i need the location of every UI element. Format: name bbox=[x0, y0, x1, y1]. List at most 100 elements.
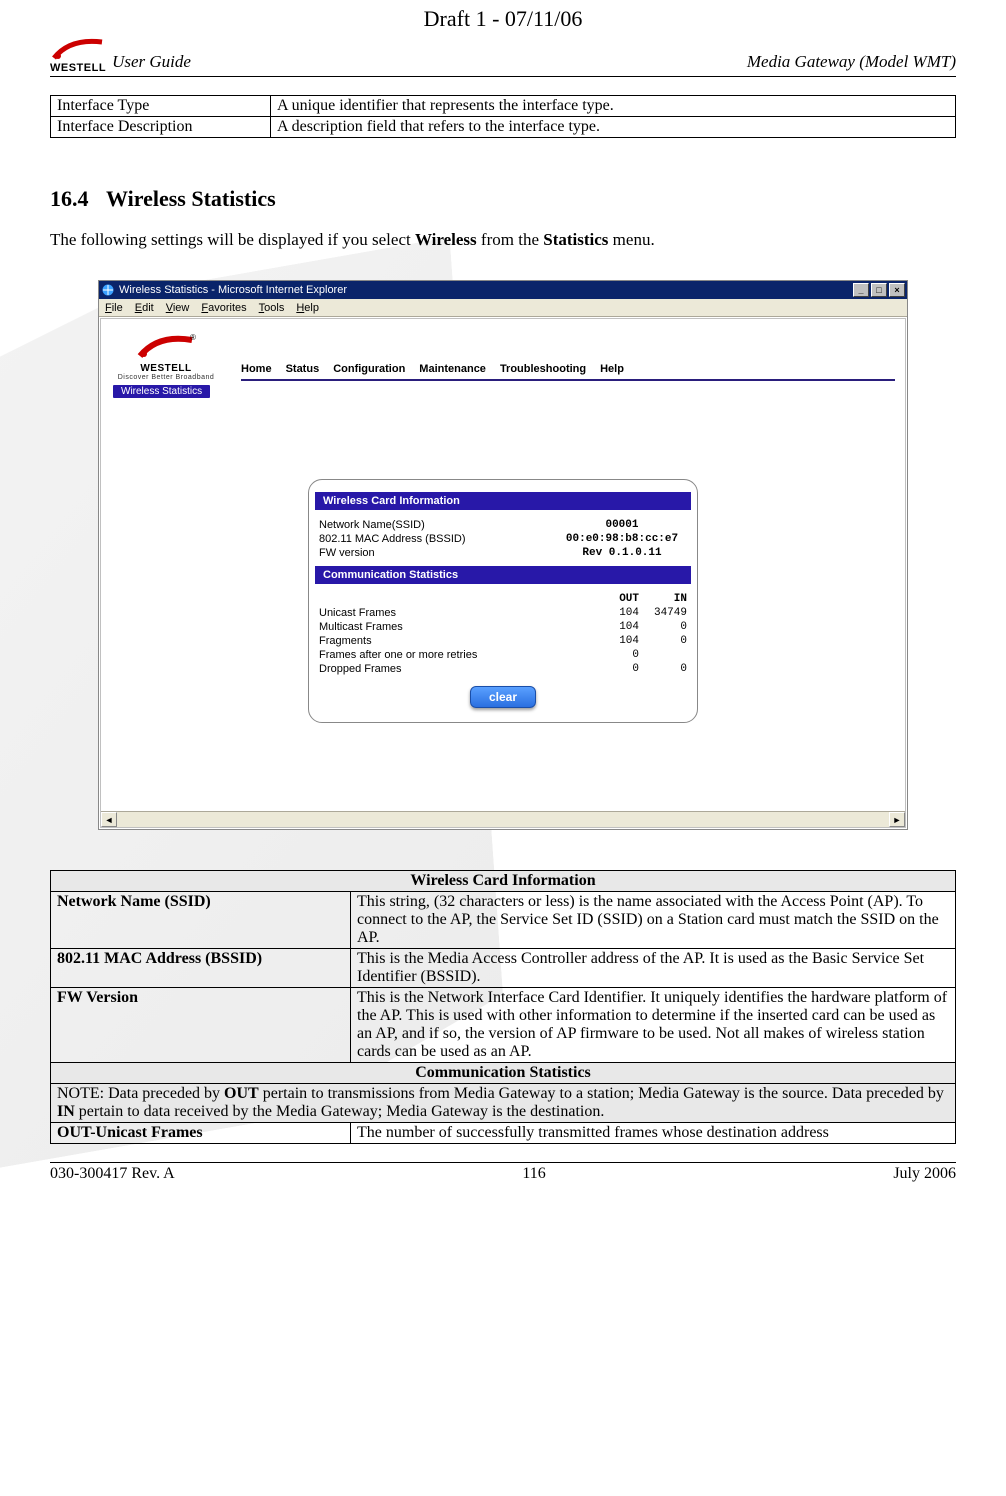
footer-date: July 2006 bbox=[893, 1165, 956, 1183]
nav-help[interactable]: Help bbox=[600, 363, 624, 375]
nav-troubleshooting[interactable]: Troubleshooting bbox=[500, 363, 586, 375]
out-value: 104 bbox=[591, 621, 639, 633]
card-info-row: FW versionRev 0.1.0.11 bbox=[319, 546, 687, 560]
menu-favorites[interactable]: Favorites bbox=[201, 302, 246, 314]
section-header-card-info: Wireless Card Information bbox=[51, 871, 956, 892]
table-row: Interface TypeA unique identifier that r… bbox=[51, 96, 956, 117]
out-value: 0 bbox=[591, 649, 639, 661]
out-value: 104 bbox=[591, 635, 639, 647]
stats-row: Frames after one or more retries0 bbox=[319, 648, 687, 662]
in-value: 0 bbox=[639, 663, 687, 675]
row-label: Interface Description bbox=[51, 117, 271, 138]
close-button[interactable]: × bbox=[889, 283, 905, 297]
row-label: Network Name (SSID) bbox=[51, 892, 351, 949]
in-value: 0 bbox=[639, 635, 687, 647]
scroll-left-icon[interactable]: ◄ bbox=[101, 812, 117, 827]
interface-desc-table: Interface TypeA unique identifier that r… bbox=[50, 95, 956, 138]
menu-edit[interactable]: Edit bbox=[135, 302, 154, 314]
row-label: 802.11 MAC Address (BSSID) bbox=[51, 949, 351, 988]
row-value: This is the Network Interface Card Ident… bbox=[351, 988, 956, 1063]
menu-file[interactable]: File bbox=[105, 302, 123, 314]
table-row: 802.11 MAC Address (BSSID)This is the Me… bbox=[51, 949, 956, 988]
row-value: This string, (32 characters or less) is … bbox=[351, 892, 956, 949]
window-title: Wireless Statistics - Microsoft Internet… bbox=[119, 284, 347, 296]
row-value: Rev 0.1.0.11 bbox=[557, 547, 687, 559]
menu-help[interactable]: Help bbox=[296, 302, 319, 314]
draft-header: Draft 1 - 07/11/06 bbox=[50, 0, 956, 32]
row-value: A description field that refers to the i… bbox=[271, 117, 956, 138]
footer-page-number: 116 bbox=[522, 1165, 545, 1183]
row-value: The number of successfully transmitted f… bbox=[351, 1123, 956, 1144]
table-row: Network Name (SSID)This string, (32 char… bbox=[51, 892, 956, 949]
out-value: 0 bbox=[591, 663, 639, 675]
main-nav: Home Status Configuration Maintenance Troubl… bbox=[241, 363, 895, 381]
westell-logo: WESTELL bbox=[50, 36, 106, 74]
svg-text:®: ® bbox=[190, 333, 196, 342]
model-label: Media Gateway (Model WMT) bbox=[747, 52, 956, 72]
stats-row: Dropped Frames00 bbox=[319, 662, 687, 676]
row-label: FW Version bbox=[51, 988, 351, 1063]
stats-row: Fragments1040 bbox=[319, 634, 687, 648]
nav-configuration[interactable]: Configuration bbox=[333, 363, 405, 375]
row-label: Interface Type bbox=[51, 96, 271, 117]
stats-panel: Wireless Card Information Network Name(S… bbox=[308, 479, 698, 723]
subnav-wireless-statistics[interactable]: Wireless Statistics bbox=[113, 385, 210, 398]
card-info-row: 802.11 MAC Address (BSSID)00:e0:98:b8:cc… bbox=[319, 532, 687, 546]
in-value: 34749 bbox=[639, 607, 687, 619]
ie-icon bbox=[101, 283, 115, 297]
sub-nav: Wireless Statistics bbox=[113, 385, 905, 398]
clear-button[interactable]: clear bbox=[470, 686, 536, 708]
col-in: IN bbox=[639, 593, 687, 605]
app-tagline: Discover Better Broadband bbox=[111, 374, 221, 381]
app-wordmark: WESTELL bbox=[111, 363, 221, 374]
in-value: 0 bbox=[639, 621, 687, 633]
app-logo: ® WESTELL Discover Better Broadband bbox=[111, 331, 221, 381]
row-value: 00001 bbox=[557, 519, 687, 531]
nav-maintenance[interactable]: Maintenance bbox=[419, 363, 486, 375]
swoosh-icon: ® bbox=[111, 331, 221, 363]
table-row: OUT-Unicast FramesThe number of successf… bbox=[51, 1123, 956, 1144]
scroll-right-icon[interactable]: ► bbox=[889, 812, 905, 827]
row-label: Dropped Frames bbox=[319, 663, 591, 675]
in-value bbox=[639, 649, 687, 661]
footer-doc-id: 030-300417 Rev. A bbox=[50, 1165, 175, 1183]
browser-screenshot: Wireless Statistics - Microsoft Internet… bbox=[98, 280, 908, 830]
westell-wordmark: WESTELL bbox=[50, 62, 106, 74]
col-out: OUT bbox=[591, 593, 639, 605]
swoosh-icon bbox=[52, 36, 104, 62]
row-label: FW version bbox=[319, 547, 557, 559]
nav-home[interactable]: Home bbox=[241, 363, 272, 375]
out-value: 104 bbox=[591, 607, 639, 619]
user-guide-label: User Guide bbox=[108, 52, 747, 72]
maximize-button[interactable]: □ bbox=[871, 283, 887, 297]
header-rule bbox=[50, 76, 956, 77]
card-info-row: Network Name(SSID)00001 bbox=[319, 518, 687, 532]
note-row: NOTE: Data preceded by OUT pertain to tr… bbox=[51, 1084, 956, 1123]
page-header: WESTELL User Guide Media Gateway (Model … bbox=[50, 36, 956, 74]
row-label: Frames after one or more retries bbox=[319, 649, 591, 661]
stats-row: Unicast Frames10434749 bbox=[319, 606, 687, 620]
table-row: FW VersionThis is the Network Interface … bbox=[51, 988, 956, 1063]
section-title: Wireless Statistics bbox=[106, 186, 276, 211]
minimize-button[interactable]: _ bbox=[853, 283, 869, 297]
row-label: Unicast Frames bbox=[319, 607, 591, 619]
window-titlebar: Wireless Statistics - Microsoft Internet… bbox=[99, 281, 907, 299]
stats-row: Multicast Frames1040 bbox=[319, 620, 687, 634]
menu-view[interactable]: View bbox=[166, 302, 190, 314]
browser-menubar: File Edit View Favorites Tools Help bbox=[99, 299, 907, 317]
panel-header-card-info: Wireless Card Information bbox=[315, 492, 691, 510]
row-label: Multicast Frames bbox=[319, 621, 591, 633]
row-label: 802.11 MAC Address (BSSID) bbox=[319, 533, 557, 545]
row-label: Network Name(SSID) bbox=[319, 519, 557, 531]
row-value: This is the Media Access Controller addr… bbox=[351, 949, 956, 988]
section-number: 16.4 bbox=[50, 186, 106, 212]
table-row: Interface DescriptionA description field… bbox=[51, 117, 956, 138]
row-label: Fragments bbox=[319, 635, 591, 647]
row-label: OUT-Unicast Frames bbox=[51, 1123, 351, 1144]
horizontal-scrollbar[interactable]: ◄ ► bbox=[101, 811, 905, 827]
panel-header-comm-stats: Communication Statistics bbox=[315, 566, 691, 584]
menu-tools[interactable]: Tools bbox=[259, 302, 285, 314]
nav-status[interactable]: Status bbox=[286, 363, 320, 375]
row-value: A unique identifier that represents the … bbox=[271, 96, 956, 117]
row-value: 00:e0:98:b8:cc:e7 bbox=[557, 533, 687, 545]
